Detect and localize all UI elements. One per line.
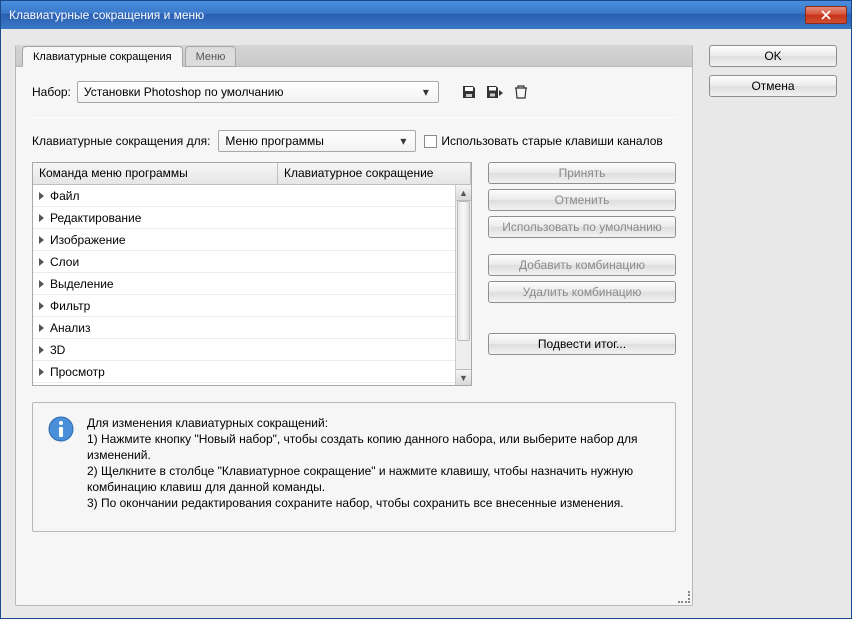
- divider: [32, 117, 676, 118]
- row-label: Редактирование: [50, 211, 141, 225]
- save-set-button[interactable]: [459, 82, 479, 102]
- tab-shortcuts[interactable]: Клавиатурные сокращения: [22, 46, 183, 67]
- action-buttons: Принять Отменить Использовать по умолчан…: [488, 162, 676, 386]
- scroll-down-button[interactable]: ▼: [456, 369, 471, 385]
- window-title: Клавиатурные сокращения и меню: [9, 8, 805, 22]
- add-shortcut-button[interactable]: Добавить комбинацию: [488, 254, 676, 276]
- floppy-arrow-icon: [486, 84, 504, 100]
- scroll-up-button[interactable]: ▲: [456, 185, 471, 201]
- for-label: Клавиатурные сокращения для:: [32, 134, 210, 148]
- info-header: Для изменения клавиатурных сокращений:: [87, 415, 661, 431]
- row-label: Просмотр: [50, 365, 105, 379]
- legacy-checkbox-label: Использовать старые клавиши каналов: [441, 134, 662, 148]
- delete-set-button[interactable]: [511, 82, 531, 102]
- disclosure-triangle-icon: [39, 192, 44, 200]
- disclosure-triangle-icon: [39, 214, 44, 222]
- undo-button[interactable]: Отменить: [488, 189, 676, 211]
- row-label: Файл: [50, 189, 80, 203]
- disclosure-triangle-icon: [39, 236, 44, 244]
- disclosure-triangle-icon: [39, 280, 44, 288]
- legacy-checkbox-row: Использовать старые клавиши каналов: [424, 134, 662, 148]
- table-row[interactable]: Слои: [33, 251, 455, 273]
- tab-menus[interactable]: Меню: [185, 46, 237, 67]
- disclosure-triangle-icon: [39, 302, 44, 310]
- table-row[interactable]: Фильтр: [33, 295, 455, 317]
- info-box: Для изменения клавиатурных сокращений: 1…: [32, 402, 676, 532]
- shortcut-table: Команда меню программы Клавиатурное сокр…: [32, 162, 472, 386]
- table-row[interactable]: Редактирование: [33, 207, 455, 229]
- row-label: Фильтр: [50, 299, 90, 313]
- info-icon: [47, 415, 75, 443]
- disclosure-triangle-icon: [39, 258, 44, 266]
- chevron-down-icon: ▾: [395, 134, 411, 148]
- accept-button[interactable]: Принять: [488, 162, 676, 184]
- table-body: Файл Редактирование Изображение Слои Выд…: [33, 185, 471, 385]
- scroll-thumb[interactable]: [457, 201, 470, 341]
- disclosure-triangle-icon: [39, 368, 44, 376]
- disclosure-triangle-icon: [39, 324, 44, 332]
- table-row[interactable]: Просмотр: [33, 361, 455, 383]
- summarize-button[interactable]: Подвести итог...: [488, 333, 676, 355]
- set-dropdown-value: Установки Photoshop по умолчанию: [84, 85, 418, 99]
- table-row[interactable]: Изображение: [33, 229, 455, 251]
- legacy-checkbox[interactable]: [424, 135, 437, 148]
- row-label: Слои: [50, 255, 79, 269]
- cancel-button[interactable]: Отмена: [709, 75, 837, 97]
- resize-grip[interactable]: [678, 591, 690, 603]
- ok-button[interactable]: OK: [709, 45, 837, 67]
- col-header-command: Команда меню программы: [33, 163, 278, 184]
- set-label: Набор:: [32, 85, 71, 99]
- row-label: Выделение: [50, 277, 114, 291]
- main-panel: Клавиатурные сокращения Меню Набор: Уста…: [15, 45, 693, 606]
- delete-shortcut-button[interactable]: Удалить комбинацию: [488, 281, 676, 303]
- col-header-shortcut: Клавиатурное сокращение: [278, 163, 471, 184]
- side-buttons: OK Отмена: [709, 45, 837, 606]
- table-row[interactable]: Анализ: [33, 317, 455, 339]
- use-default-button[interactable]: Использовать по умолчанию: [488, 216, 676, 238]
- disclosure-triangle-icon: [39, 346, 44, 354]
- info-text: Для изменения клавиатурных сокращений: 1…: [87, 415, 661, 519]
- content-area: Клавиатурные сокращения Меню Набор: Уста…: [1, 29, 851, 618]
- tab-row: Клавиатурные сокращения Меню: [16, 45, 692, 67]
- close-icon: [821, 10, 831, 20]
- row-label: Анализ: [50, 321, 91, 335]
- titlebar: Клавиатурные сокращения и меню: [1, 1, 851, 29]
- info-line3: 3) По окончании редактирования сохраните…: [87, 495, 661, 511]
- dialog-window: Клавиатурные сокращения и меню Клавиатур…: [0, 0, 852, 619]
- row-label: Изображение: [50, 233, 126, 247]
- for-row: Клавиатурные сокращения для: Меню програ…: [32, 130, 676, 152]
- new-set-button[interactable]: [485, 82, 505, 102]
- body-split: Команда меню программы Клавиатурное сокр…: [32, 162, 676, 386]
- table-rows: Файл Редактирование Изображение Слои Выд…: [33, 185, 455, 385]
- table-row[interactable]: Файл: [33, 185, 455, 207]
- set-dropdown[interactable]: Установки Photoshop по умолчанию ▾: [77, 81, 439, 103]
- close-button[interactable]: [805, 6, 847, 24]
- floppy-icon: [461, 84, 477, 100]
- row-label: 3D: [50, 343, 65, 357]
- table-header: Команда меню программы Клавиатурное сокр…: [33, 163, 471, 185]
- panel-body: Набор: Установки Photoshop по умолчанию …: [16, 67, 692, 546]
- for-dropdown[interactable]: Меню программы ▾: [218, 130, 416, 152]
- for-dropdown-value: Меню программы: [225, 134, 395, 148]
- trash-icon: [514, 84, 528, 100]
- info-line2: 2) Щелкните в столбце "Клавиатурное сокр…: [87, 463, 661, 495]
- info-line1: 1) Нажмите кнопку "Новый набор", чтобы с…: [87, 431, 661, 463]
- scrollbar[interactable]: ▲ ▼: [455, 185, 471, 385]
- table-row[interactable]: Выделение: [33, 273, 455, 295]
- table-row[interactable]: 3D: [33, 339, 455, 361]
- chevron-down-icon: ▾: [418, 85, 434, 99]
- set-row: Набор: Установки Photoshop по умолчанию …: [32, 81, 676, 103]
